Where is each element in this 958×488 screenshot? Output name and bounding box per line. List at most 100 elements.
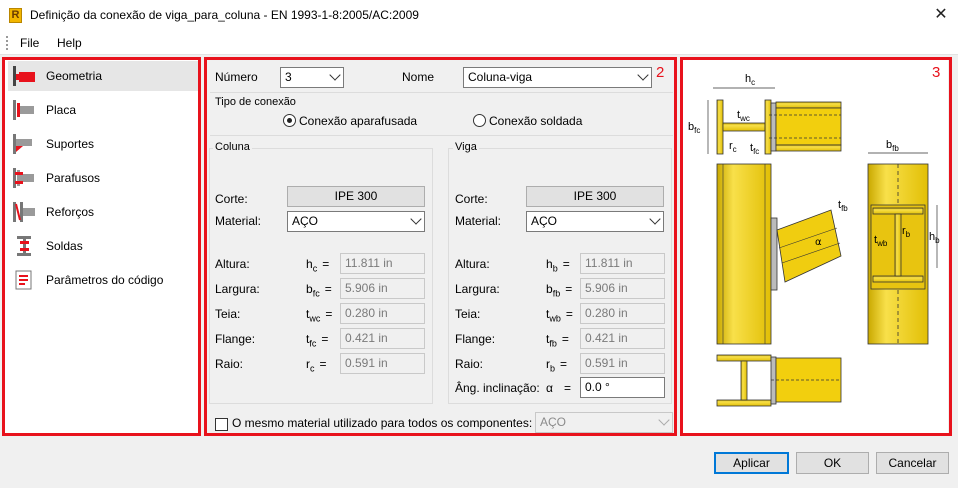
radio-welded-label[interactable]: Conexão soldada — [489, 114, 582, 128]
numero-value: 3 — [285, 70, 292, 84]
cancel-button[interactable]: Cancelar — [876, 452, 949, 474]
diagram-label-tfb: tfb — [838, 199, 848, 213]
diagram-label-tfc: tfc — [750, 142, 759, 156]
coluna-material-label: Material: — [215, 214, 262, 228]
viga-row-value: 0.421 in — [580, 328, 665, 349]
same-material-select[interactable]: AÇO — [535, 412, 673, 433]
viga-row-value: 5.906 in — [580, 278, 665, 299]
menu-bar — [0, 31, 958, 55]
tipo-conexao-label: Tipo de conexão — [215, 96, 296, 108]
viga-material-value: AÇO — [531, 214, 558, 228]
viga-row-symbol: twb = — [546, 307, 573, 324]
angle-input[interactable]: 0.0 ° — [580, 377, 665, 398]
app-logo-icon: R — [9, 8, 22, 23]
code-parameters-icon — [11, 269, 37, 291]
nav-item-suportes[interactable]: Suportes — [8, 129, 198, 159]
stiffeners-icon — [11, 201, 37, 223]
viga-header: Viga — [453, 141, 479, 153]
separator — [210, 135, 673, 136]
viga-section-button[interactable]: IPE 300 — [526, 186, 664, 207]
column-plan-view — [716, 354, 842, 407]
same-material-value: AÇO — [540, 415, 567, 429]
diagram-label-twc: twc — [737, 109, 750, 123]
coluna-row-symbol: twc = — [306, 307, 333, 324]
coluna-row-value: 5.906 in — [340, 278, 425, 299]
radio-bolted[interactable] — [283, 114, 296, 127]
geometry-icon — [11, 65, 37, 87]
window-title: Definição da conexão de viga_para_coluna… — [30, 8, 419, 22]
angle-label: Âng. inclinação: — [455, 381, 540, 395]
viga-row-value: 0.280 in — [580, 303, 665, 324]
coluna-material-select[interactable]: AÇO — [287, 211, 425, 232]
viga-corte-label: Corte: — [455, 192, 488, 206]
radio-bolted-label[interactable]: Conexão aparafusada — [299, 114, 417, 128]
diagram-label-bfb: bfb — [886, 139, 899, 153]
radio-welded[interactable] — [473, 114, 486, 127]
diagram-label-rc: rc — [729, 140, 737, 154]
coluna-row-value: 0.280 in — [340, 303, 425, 324]
coluna-row-label: Altura: — [215, 257, 250, 271]
menu-help[interactable]: Help — [55, 35, 84, 51]
coluna-row-label: Largura: — [215, 282, 260, 296]
angle-symbol: α — [546, 381, 553, 395]
viga-row-label: Altura: — [455, 257, 490, 271]
coluna-row-label: Raio: — [215, 357, 244, 371]
coluna-header: Coluna — [213, 141, 252, 153]
coluna-row-symbol: tfc = — [306, 332, 329, 349]
nav-item-parametros-codigo[interactable]: Parâmetros do código — [8, 265, 198, 295]
coluna-row-value: 0.591 in — [340, 353, 425, 374]
same-material-checkbox[interactable] — [215, 418, 228, 431]
diagram-label-alpha: α — [815, 237, 822, 248]
coluna-material-value: AÇO — [292, 214, 319, 228]
nome-label: Nome — [402, 70, 435, 84]
angle-equals: = — [564, 381, 572, 395]
coluna-row-value: 0.421 in — [340, 328, 425, 349]
viga-material-label: Material: — [455, 214, 502, 228]
nav-item-parafusos[interactable]: Parafusos — [8, 163, 198, 193]
coluna-section-button[interactable]: IPE 300 — [287, 186, 425, 207]
chevron-down-icon — [649, 213, 661, 225]
viga-row-symbol: tfb = — [546, 332, 569, 349]
nome-select[interactable]: Coluna-viga — [463, 67, 652, 88]
nav-item-reforcos[interactable]: Reforços — [8, 197, 198, 227]
viga-row-value: 11.811 in — [580, 253, 665, 274]
close-window-icon[interactable]: ✕ — [926, 3, 956, 27]
viga-row-value: 0.591 in — [580, 353, 665, 374]
ok-button[interactable]: OK — [796, 452, 869, 474]
nav-item-label: Geometria — [46, 69, 103, 83]
chevron-down-icon — [329, 69, 341, 81]
numero-select[interactable]: 3 — [280, 67, 344, 88]
coluna-row-symbol: hc = — [306, 257, 330, 274]
nav-item-label: Parafusos — [46, 171, 101, 185]
nav-item-label: Soldas — [46, 239, 83, 253]
apply-button[interactable]: Aplicar — [714, 452, 789, 474]
column-elevation — [716, 163, 842, 345]
viga-material-select[interactable]: AÇO — [526, 211, 664, 232]
diagram-label-hc: hc — [745, 73, 755, 87]
chevron-down-icon — [410, 213, 422, 225]
welds-icon — [11, 235, 37, 257]
nav-item-label: Parâmetros do código — [46, 273, 164, 287]
viga-row-label: Raio: — [455, 357, 484, 371]
nav-item-soldas[interactable]: Soldas — [8, 231, 198, 261]
nav-item-label: Reforços — [46, 205, 95, 219]
viga-row-symbol: bfb = — [546, 282, 573, 299]
numero-label: Número — [215, 70, 258, 84]
coluna-row-symbol: rc = — [306, 357, 327, 374]
nav-item-placa[interactable]: Placa — [8, 95, 198, 125]
viga-row-symbol: hb = — [546, 257, 570, 274]
coluna-row-value: 11.811 in — [340, 253, 425, 274]
coluna-corte-label: Corte: — [215, 192, 248, 206]
plate-icon — [11, 99, 37, 121]
same-material-label[interactable]: O mesmo material utilizado para todos os… — [232, 416, 532, 430]
bolts-icon — [11, 167, 37, 189]
diagram-label-hb: hb — [929, 231, 940, 245]
beam-cross-section — [867, 152, 938, 345]
viga-row-label: Largura: — [455, 282, 500, 296]
chevron-down-icon — [658, 414, 670, 426]
diagram-label-bfc: bfc — [688, 121, 700, 135]
menu-file[interactable]: File — [18, 35, 41, 51]
nav-item-geometria[interactable]: Geometria — [8, 61, 198, 91]
viga-row-label: Teia: — [455, 307, 481, 321]
form-panel-number: 2 — [656, 64, 665, 81]
